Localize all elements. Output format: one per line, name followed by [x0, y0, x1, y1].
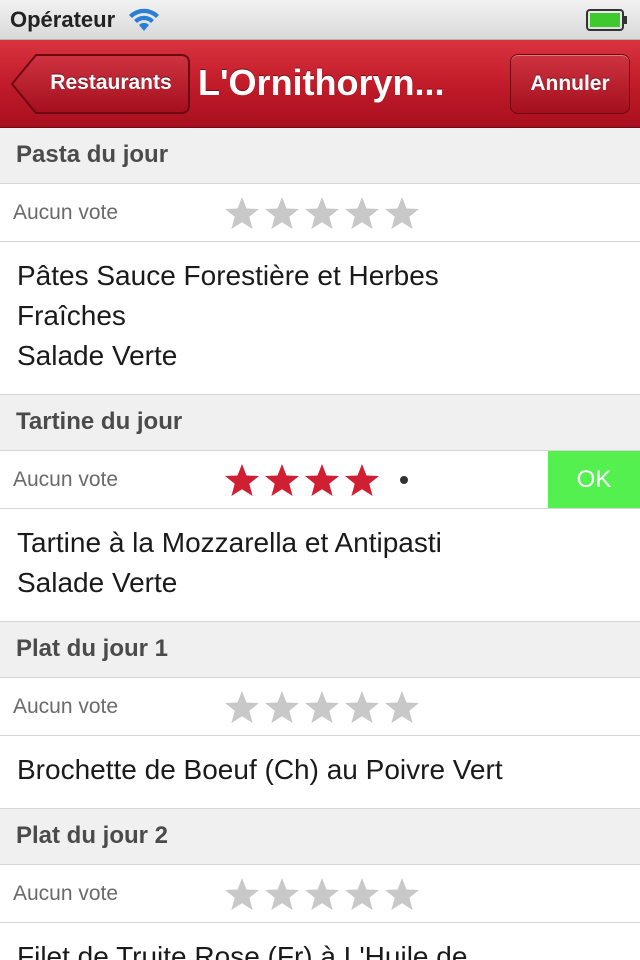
section-header: Plat du jour 1 — [0, 622, 640, 678]
star-filled-icon[interactable] — [262, 462, 302, 498]
dish-line: Pâtes Sauce Forestière et Herbes — [17, 260, 439, 291]
star-empty-icon[interactable] — [222, 876, 262, 912]
dish-line: Salade Verte — [17, 567, 178, 598]
back-button-label: Restaurants — [50, 71, 172, 94]
vote-row: Aucun vote — [0, 865, 640, 923]
cancel-button[interactable]: Annuler — [510, 54, 630, 114]
star-filled-icon[interactable] — [222, 462, 262, 498]
star-filled-icon[interactable] — [342, 462, 382, 498]
vote-row: Aucun vote OK — [0, 451, 640, 509]
vote-label: Aucun vote — [13, 882, 119, 905]
vote-row: Aucun vote — [0, 678, 640, 736]
star-rating[interactable] — [222, 689, 422, 725]
page-title: L'Ornithoryn... — [198, 62, 445, 103]
dish-line: Fraîches — [17, 300, 126, 331]
dish-line: Salade Verte — [17, 340, 178, 371]
star-rating[interactable] — [222, 462, 408, 498]
star-empty-icon[interactable] — [382, 876, 422, 912]
section-header: Pasta du jour — [0, 128, 640, 184]
carrier-name: Opérateur — [10, 6, 116, 32]
star-empty-icon[interactable] — [222, 689, 262, 725]
star-empty-dot-icon[interactable] — [400, 476, 408, 484]
star-empty-icon[interactable] — [342, 689, 382, 725]
dish-line: Brochette de Boeuf (Ch) au Poivre Vert — [17, 754, 503, 785]
section-header: Tartine du jour — [0, 395, 640, 451]
star-empty-icon[interactable] — [302, 876, 342, 912]
star-empty-icon[interactable] — [382, 689, 422, 725]
vote-label: Aucun vote — [13, 468, 119, 491]
dish-description: Pâtes Sauce Forestière et Herbes Fraîches… — [0, 242, 640, 395]
vote-label: Aucun vote — [13, 695, 119, 718]
dish-line: Tartine à la Mozzarella et Antipasti — [17, 527, 442, 558]
vote-row: Aucun vote — [0, 184, 640, 242]
dish-description: Tartine à la Mozzarella et Antipasti Sala… — [0, 509, 640, 622]
wifi-icon — [129, 8, 160, 31]
star-empty-icon[interactable] — [342, 195, 382, 231]
ok-button[interactable]: OK — [548, 451, 640, 508]
dish-description: Filet de Truite Rose (Fr) à L'Huile de — [0, 923, 640, 960]
star-empty-icon[interactable] — [302, 195, 342, 231]
status-bar: Opérateur — [0, 0, 640, 40]
star-empty-icon[interactable] — [342, 876, 382, 912]
star-rating[interactable] — [222, 195, 422, 231]
star-empty-icon[interactable] — [262, 689, 302, 725]
star-rating[interactable] — [222, 876, 422, 912]
navigation-bar: Restaurants L'Ornithoryn... Annuler — [0, 40, 640, 128]
star-empty-icon[interactable] — [222, 195, 262, 231]
star-empty-icon[interactable] — [262, 876, 302, 912]
star-empty-icon[interactable] — [302, 689, 342, 725]
section-header: Plat du jour 2 — [0, 809, 640, 865]
dish-line: Filet de Truite Rose (Fr) à L'Huile de — [17, 941, 468, 960]
dish-description: Brochette de Boeuf (Ch) au Poivre Vert — [0, 736, 640, 809]
menu-list[interactable]: Pasta du jour Aucun vote Pâtes Sauce Fores… — [0, 128, 640, 960]
back-button[interactable]: Restaurants — [10, 54, 190, 114]
vote-label: Aucun vote — [13, 201, 119, 224]
battery-icon — [586, 9, 627, 31]
star-empty-icon[interactable] — [382, 195, 422, 231]
star-empty-icon[interactable] — [262, 195, 302, 231]
star-filled-icon[interactable] — [302, 462, 342, 498]
